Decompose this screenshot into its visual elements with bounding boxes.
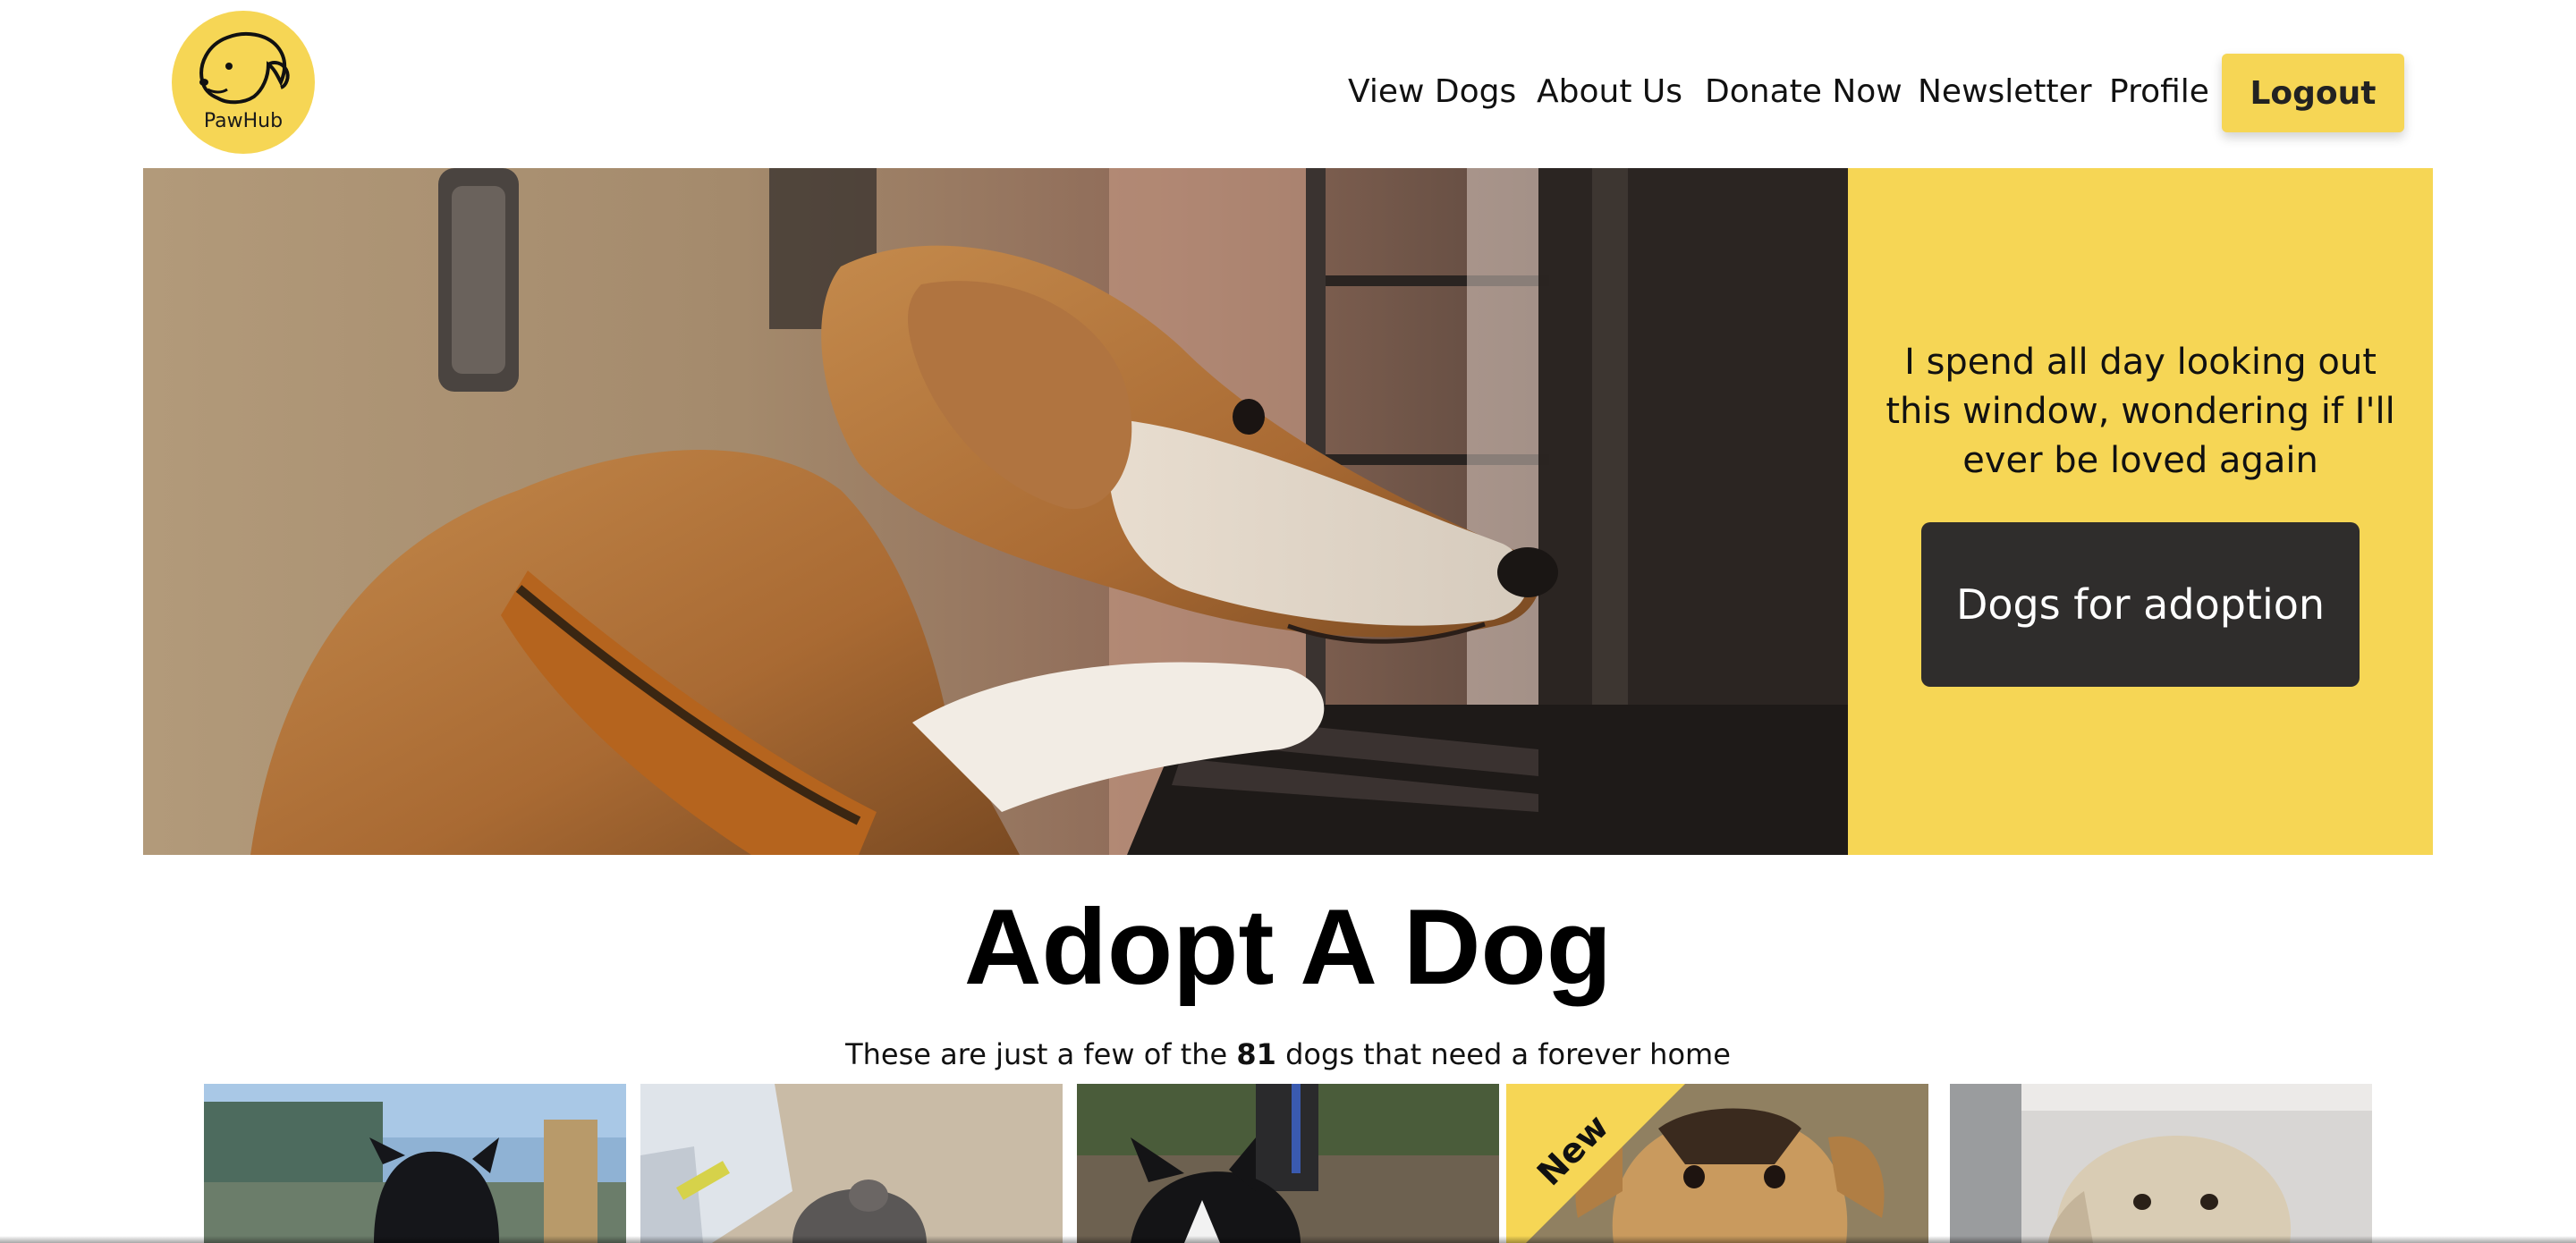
dog-card[interactable] <box>1950 1084 2372 1243</box>
dog-count: 81 <box>1236 1037 1276 1071</box>
logout-button[interactable]: Logout <box>2222 54 2404 132</box>
nav-donate-now[interactable]: Donate Now <box>1705 73 1902 110</box>
window-bottom-shadow <box>0 1236 2576 1243</box>
dog-photo <box>640 1084 1063 1243</box>
nav-about-us[interactable]: About Us <box>1537 73 1682 110</box>
dog-card[interactable] <box>1077 1084 1499 1243</box>
dog-photo <box>204 1084 626 1243</box>
dogs-for-adoption-button[interactable]: Dogs for adoption <box>1921 522 2360 687</box>
nav-newsletter[interactable]: Newsletter <box>1918 73 2092 110</box>
hero-dog-image <box>143 168 1848 855</box>
subtitle-suffix: dogs that need a forever home <box>1285 1037 1731 1071</box>
hero-panel: I spend all day looking out this window,… <box>1848 168 2433 855</box>
subtitle-prefix: These are just a few of the <box>845 1037 1228 1071</box>
dog-window-photo <box>143 168 1848 855</box>
dog-card[interactable]: New <box>1506 1084 1928 1243</box>
main-nav: View Dogs About Us Donate Now Newsletter… <box>0 52 2576 132</box>
section-title: Adopt A Dog <box>963 887 1613 1007</box>
dog-photo <box>1950 1084 2372 1243</box>
dog-photo <box>1077 1084 1499 1243</box>
section-subtitle: These are just a few of the 81 dogs that… <box>0 1037 2576 1071</box>
nav-profile[interactable]: Profile <box>2109 73 2209 110</box>
new-badge: New <box>1506 1084 1685 1243</box>
dog-cards: New <box>0 1084 2576 1243</box>
dog-card[interactable] <box>204 1084 626 1243</box>
nav-view-dogs[interactable]: View Dogs <box>1348 73 1516 110</box>
dog-card[interactable] <box>640 1084 1063 1243</box>
hero-quote: I spend all day looking out this window,… <box>1885 342 2395 481</box>
